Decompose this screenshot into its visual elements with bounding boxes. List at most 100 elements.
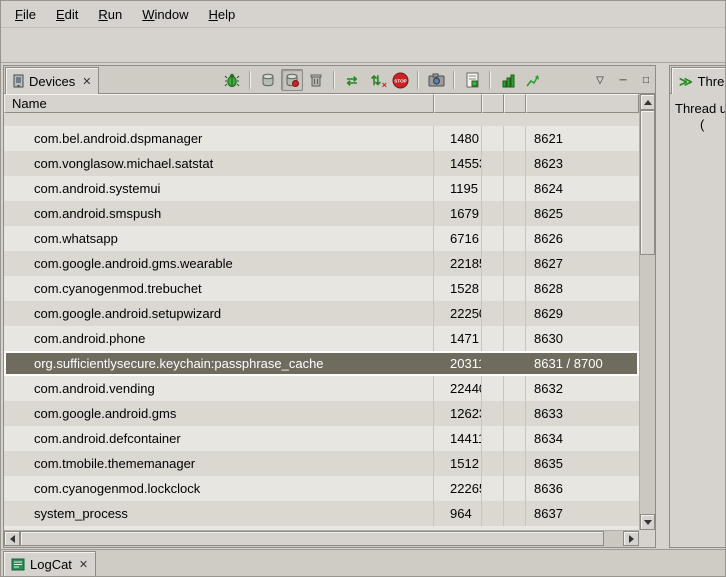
table-row[interactable]: system_process9648637 — [4, 501, 639, 526]
close-icon[interactable]: ✕ — [77, 558, 88, 571]
threads-message-line2: ( — [700, 117, 704, 132]
column-header-c4[interactable] — [504, 94, 526, 113]
table-row[interactable]: com.google.android.gms.wearable221858627 — [4, 251, 639, 276]
arrow-down-icon — [644, 520, 652, 525]
method-profiling-button[interactable]: ⇅ × — [365, 69, 387, 91]
stop-process-button[interactable]: STOP — [389, 69, 411, 91]
cell-spacer — [482, 351, 504, 376]
close-icon[interactable]: ✕ — [80, 75, 91, 88]
threads-tabbar: ≫ Threads — [670, 66, 725, 94]
cell-name: com.android.phone — [4, 326, 434, 351]
tab-threads[interactable]: ≫ Threads — [671, 67, 726, 94]
cell-spacer — [504, 326, 526, 351]
devices-tabbar: Devices ✕ — [4, 66, 655, 94]
cell-pid: 964 — [434, 501, 482, 526]
update-heap-button[interactable] — [257, 69, 279, 91]
tab-logcat[interactable]: LogCat ✕ — [3, 551, 96, 577]
menu-edit[interactable]: Edit — [46, 3, 88, 25]
cell-pid: 22265 — [434, 476, 482, 501]
horizontal-scrollbar[interactable] — [4, 530, 639, 547]
cell-spacer — [504, 376, 526, 401]
scroll-down-button[interactable] — [640, 514, 655, 530]
debug-button[interactable] — [221, 69, 243, 91]
cell-name: com.android.vending — [4, 376, 434, 401]
menu-window[interactable]: Window — [132, 3, 198, 25]
menubar: FileEditRunWindowHelp — [1, 1, 725, 27]
scroll-up-button[interactable] — [640, 94, 655, 110]
menu-help[interactable]: Help — [198, 3, 245, 25]
table-row[interactable]: com.google.android.setupwizard222508629 — [4, 301, 639, 326]
tracer-button[interactable] — [521, 69, 543, 91]
cell-pid: 12623 — [434, 401, 482, 426]
stop-label: STOP — [394, 78, 406, 83]
minimize-button[interactable]: ─ — [614, 71, 632, 89]
debug-icon — [224, 72, 240, 88]
table-row[interactable]: com.bel.android.dspmanager14808621 — [4, 126, 639, 151]
column-header-pid[interactable] — [434, 94, 482, 113]
menu-run[interactable]: Run — [88, 3, 132, 25]
threads-message-line1: Thread up — [675, 101, 726, 116]
cell-spacer — [504, 301, 526, 326]
table-row[interactable]: com.cyanogenmod.lockclock222658636 — [4, 476, 639, 501]
table-row[interactable]: com.android.phone1471 8630 — [4, 326, 639, 351]
cell-name: com.bel.android.dspmanager — [4, 126, 434, 151]
table-row[interactable]: com.android.smspush16798625 — [4, 201, 639, 226]
column-header-port[interactable] — [526, 94, 639, 113]
column-header-name[interactable]: Name — [4, 94, 434, 113]
view-menu-button[interactable]: ▽ — [591, 71, 609, 89]
bug-report-button[interactable] — [461, 69, 483, 91]
table-row[interactable]: com.android.defcontainer144118634 — [4, 426, 639, 451]
heap-bars-button[interactable] — [497, 69, 519, 91]
update-threads-button[interactable]: ⇄ — [341, 69, 363, 91]
cell-name: com.android.smspush — [4, 201, 434, 226]
table-row[interactable]: org.sufficientlysecure.keychain:passphra… — [4, 351, 639, 376]
scroll-left-button[interactable] — [4, 531, 20, 546]
cause-gc-button[interactable] — [305, 69, 327, 91]
scroll-right-button[interactable] — [623, 531, 639, 546]
cell-pid: 20311 — [434, 351, 482, 376]
table-row[interactable]: com.whatsapp67168626 — [4, 226, 639, 251]
cell-port: 8626 — [526, 226, 639, 251]
cell-spacer — [504, 151, 526, 176]
tab-devices-label: Devices — [29, 74, 75, 89]
cell-name: com.cyanogenmod.trebuchet — [4, 276, 434, 301]
cell-spacer — [482, 501, 504, 526]
cell-spacer — [504, 251, 526, 276]
toolbar-separator — [489, 71, 491, 89]
table-row[interactable]: com.google.android.gms126238633 — [4, 401, 639, 426]
table-row[interactable]: com.cyanogenmod.trebuchet15288628 — [4, 276, 639, 301]
table-row[interactable]: com.tmobile.thememanager15128635 — [4, 451, 639, 476]
table-row[interactable]: com.android.vending224408632 — [4, 376, 639, 401]
cell-port: 8630 — [526, 326, 639, 351]
tab-logcat-label: LogCat — [30, 557, 72, 572]
bug-report-icon — [465, 72, 480, 88]
cell-port: 8629 — [526, 301, 639, 326]
cell-spacer — [504, 476, 526, 501]
threads-icon: ≫ — [679, 75, 693, 88]
dump-hprof-button[interactable] — [281, 69, 303, 91]
maximize-button[interactable]: □ — [637, 71, 655, 89]
view-menu-icon: ▽ — [596, 75, 604, 86]
device-icon — [13, 74, 24, 88]
cell-spacer — [504, 276, 526, 301]
table-row[interactable]: com.android.systemui11958624 — [4, 176, 639, 201]
vertical-scrollbar-thumb[interactable] — [640, 110, 655, 255]
cell-port: 8633 — [526, 401, 639, 426]
arrow-up-icon — [644, 100, 652, 105]
screenshot-button[interactable] — [425, 69, 447, 91]
dump-hprof-icon — [284, 72, 300, 88]
tab-devices[interactable]: Devices ✕ — [5, 67, 99, 94]
scrollbar-corner — [639, 530, 655, 547]
horizontal-scrollbar-thumb[interactable] — [20, 531, 604, 546]
cell-spacer — [482, 201, 504, 226]
table-row[interactable]: com.vonglasow.michael.satstat145538623 — [4, 151, 639, 176]
arrow-left-icon — [10, 535, 15, 543]
menu-file[interactable]: File — [5, 3, 46, 25]
threads-content: Thread up ( — [670, 94, 725, 547]
cell-pid: 1471 — [434, 326, 482, 351]
cell-pid: 6716 — [434, 226, 482, 251]
vertical-scrollbar[interactable] — [639, 94, 655, 530]
panel-sash[interactable] — [658, 65, 669, 548]
column-header-c3[interactable] — [482, 94, 504, 113]
cell-name: com.cyanogenmod.lockclock — [4, 476, 434, 501]
